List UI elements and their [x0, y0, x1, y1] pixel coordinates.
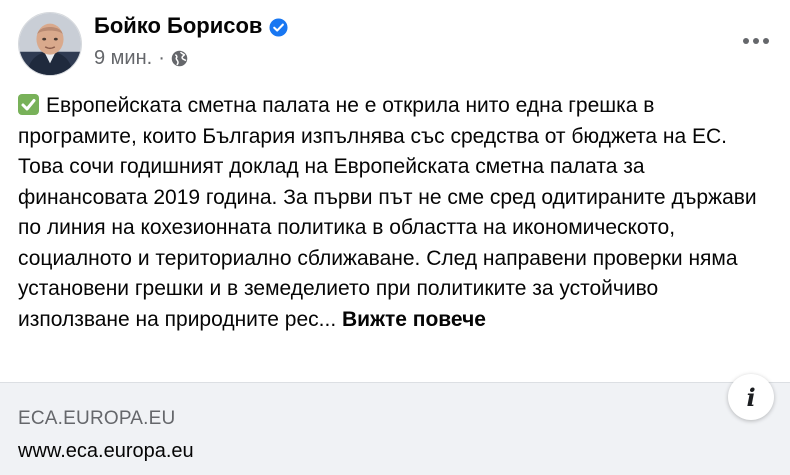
post-time[interactable]: 9 мин.: [94, 47, 152, 70]
info-glyph: i: [746, 382, 756, 412]
post-meta: 9 мин. ·: [94, 47, 188, 70]
link-domain[interactable]: ECA.EUROPA.EU: [18, 408, 175, 430]
meta-separator: ·: [158, 47, 165, 69]
author-name[interactable]: Бойко Борисов: [94, 13, 288, 39]
post-body: Европейската сметна палата не е открила …: [18, 91, 770, 335]
author-name-text[interactable]: Бойко Борисов: [94, 13, 262, 39]
post-header: Бойко Борисов 9 мин. ·: [18, 10, 778, 76]
check-mark-emoji-icon: [18, 94, 39, 115]
author-avatar[interactable]: [18, 12, 82, 76]
globe-icon[interactable]: [171, 50, 188, 67]
post-body-text: Европейската сметна палата не е открила …: [18, 94, 757, 331]
facebook-post: Бойко Борисов 9 мин. · Европейската смет…: [0, 0, 790, 475]
see-more-link[interactable]: Вижте повече: [342, 308, 486, 331]
info-icon[interactable]: i: [728, 374, 774, 420]
link-preview-card[interactable]: ECA.EUROPA.EU www.eca.europa.eu: [0, 382, 790, 475]
verified-badge-icon: [269, 17, 288, 37]
link-title[interactable]: www.eca.europa.eu: [18, 440, 194, 463]
more-options-icon[interactable]: [734, 26, 778, 56]
